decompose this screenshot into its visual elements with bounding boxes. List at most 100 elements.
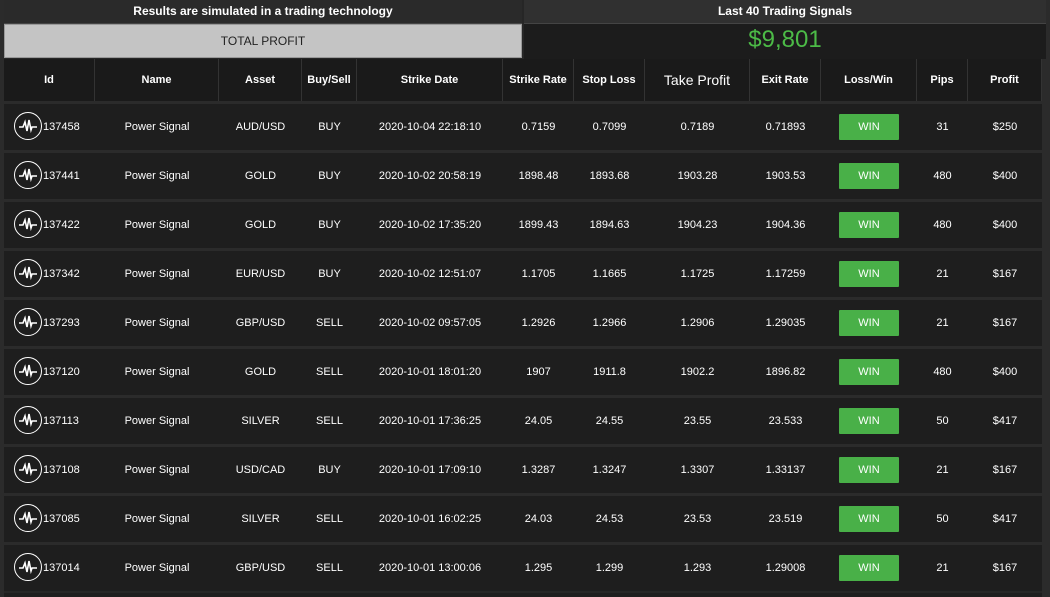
table-row: 137108 Power Signal USD/CAD BUY 2020-10-01 1… — [4, 444, 1042, 493]
take-profit-cell: 1902.2 — [645, 346, 750, 395]
table-row: 137342 Power Signal EUR/USD BUY 2020-10-02 1… — [4, 248, 1042, 297]
win-button[interactable]: WIN — [839, 310, 899, 336]
pips-cell: 480 — [917, 199, 968, 248]
signal-name-cell: Power Signal — [95, 248, 219, 297]
pulse-icon[interactable] — [14, 210, 42, 238]
signal-id: 137113 — [43, 415, 79, 427]
next-row-edge — [4, 593, 1042, 597]
column-header-exit-rate: Exit Rate — [750, 59, 821, 101]
signal-id-cell: 137441 — [4, 150, 95, 199]
asset-cell: USD/CAD — [219, 444, 302, 493]
column-header-take-profit: Take Profit — [645, 59, 750, 101]
signal-id-cell: 137085 — [4, 493, 95, 542]
signal-id: 137085 — [43, 513, 80, 525]
profit-cell: $167 — [968, 297, 1042, 346]
column-header-loss-win: Loss/Win — [821, 59, 917, 101]
take-profit-cell: 1904.23 — [645, 199, 750, 248]
pulse-icon[interactable] — [14, 455, 42, 483]
pips-cell: 31 — [917, 101, 968, 150]
win-button[interactable]: WIN — [839, 359, 899, 385]
pulse-icon[interactable] — [14, 308, 42, 336]
table-body: 137458 Power Signal AUD/USD BUY 2020-10-04 2… — [4, 101, 1042, 591]
buy-sell-cell: SELL — [302, 493, 357, 542]
pulse-icon[interactable] — [14, 161, 42, 189]
profit-cell: $417 — [968, 493, 1042, 542]
win-button[interactable]: WIN — [839, 457, 899, 483]
pips-cell: 480 — [917, 150, 968, 199]
win-button[interactable]: WIN — [839, 261, 899, 287]
signals-panel: Results are simulated in a trading techn… — [4, 0, 1046, 597]
win-button[interactable]: WIN — [839, 555, 899, 581]
profit-cell: $167 — [968, 542, 1042, 591]
strike-rate-cell: 24.03 — [503, 493, 574, 542]
asset-cell: GBP/USD — [219, 297, 302, 346]
pulse-icon[interactable] — [14, 112, 42, 140]
take-profit-cell: 1.2906 — [645, 297, 750, 346]
pulse-icon[interactable] — [14, 406, 42, 434]
signal-id: 137422 — [43, 219, 80, 231]
strike-rate-cell: 1.3287 — [503, 444, 574, 493]
win-button[interactable]: WIN — [839, 114, 899, 140]
loss-win-cell: WIN — [821, 248, 917, 297]
exit-rate-cell: 0.71893 — [750, 101, 821, 150]
table-row: 137120 Power Signal GOLD SELL 2020-10-01 18:… — [4, 346, 1042, 395]
results-disclaimer-panel: Results are simulated in a trading techn… — [4, 0, 522, 59]
profit-cell: $417 — [968, 395, 1042, 444]
buy-sell-cell: SELL — [302, 346, 357, 395]
pips-cell: 480 — [917, 346, 968, 395]
buy-sell-cell: SELL — [302, 542, 357, 591]
loss-win-cell: WIN — [821, 297, 917, 346]
table-row: 137458 Power Signal AUD/USD BUY 2020-10-04 2… — [4, 101, 1042, 150]
strike-date-cell: 2020-10-02 12:51:07 — [357, 248, 503, 297]
strike-date-cell: 2020-10-01 17:09:10 — [357, 444, 503, 493]
exit-rate-cell: 1.17259 — [750, 248, 821, 297]
signal-id-cell: 137458 — [4, 101, 95, 150]
profit-cell: $250 — [968, 101, 1042, 150]
win-button[interactable]: WIN — [839, 212, 899, 238]
signal-id: 137458 — [43, 121, 80, 133]
stop-loss-cell: 24.53 — [574, 493, 645, 542]
signal-id: 137293 — [43, 317, 80, 329]
take-profit-cell: 23.53 — [645, 493, 750, 542]
pulse-icon[interactable] — [14, 553, 42, 581]
exit-rate-cell: 1.33137 — [750, 444, 821, 493]
signal-name-cell: Power Signal — [95, 199, 219, 248]
profit-cell: $167 — [968, 248, 1042, 297]
stop-loss-cell: 1894.63 — [574, 199, 645, 248]
strike-rate-cell: 1.2926 — [503, 297, 574, 346]
table-row: 137293 Power Signal GBP/USD SELL 2020-10-02 … — [4, 297, 1042, 346]
signal-id-cell: 137422 — [4, 199, 95, 248]
strike-rate-cell: 1898.48 — [503, 150, 574, 199]
buy-sell-cell: BUY — [302, 199, 357, 248]
strike-date-cell: 2020-10-02 09:57:05 — [357, 297, 503, 346]
signal-id-cell: 137342 — [4, 248, 95, 297]
signals-table: Id Name Asset Buy/Sell Strike Date Strike Rat… — [4, 59, 1042, 591]
profit-cell: $400 — [968, 150, 1042, 199]
exit-rate-cell: 1904.36 — [750, 199, 821, 248]
buy-sell-cell: BUY — [302, 101, 357, 150]
stop-loss-cell: 1.3247 — [574, 444, 645, 493]
stop-loss-cell: 1893.68 — [574, 150, 645, 199]
table-header-row: Id Name Asset Buy/Sell Strike Date Strike Rat… — [4, 59, 1042, 101]
asset-cell: AUD/USD — [219, 101, 302, 150]
disclaimer-title: Results are simulated in a trading techn… — [4, 0, 522, 24]
win-button[interactable]: WIN — [839, 163, 899, 189]
asset-cell: GOLD — [219, 346, 302, 395]
asset-cell: GBP/USD — [219, 542, 302, 591]
loss-win-cell: WIN — [821, 150, 917, 199]
column-header-buy-sell: Buy/Sell — [302, 59, 357, 101]
strike-date-cell: 2020-10-02 17:35:20 — [357, 199, 503, 248]
win-button[interactable]: WIN — [839, 408, 899, 434]
table-row: 137441 Power Signal GOLD BUY 2020-10-02 20:5… — [4, 150, 1042, 199]
last-signals-title: Last 40 Trading Signals — [524, 0, 1046, 24]
stop-loss-cell: 1.1665 — [574, 248, 645, 297]
asset-cell: GOLD — [219, 150, 302, 199]
pulse-icon[interactable] — [14, 259, 42, 287]
pulse-icon[interactable] — [14, 357, 42, 385]
exit-rate-cell: 1903.53 — [750, 150, 821, 199]
exit-rate-cell: 1896.82 — [750, 346, 821, 395]
table-row: 137085 Power Signal SILVER SELL 2020-10-01 1… — [4, 493, 1042, 542]
pulse-icon[interactable] — [14, 504, 42, 532]
win-button[interactable]: WIN — [839, 506, 899, 532]
signal-name-cell: Power Signal — [95, 395, 219, 444]
